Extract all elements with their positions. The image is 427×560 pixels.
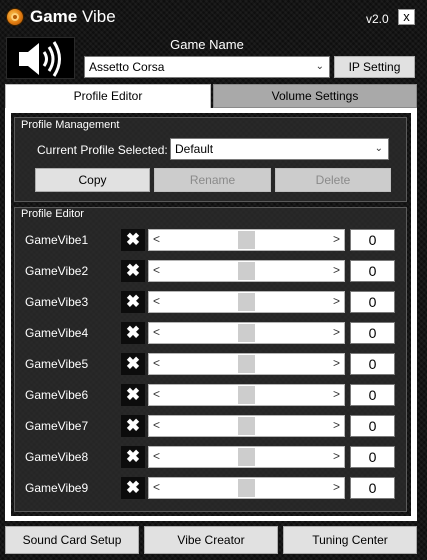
app-title: Game Vibe (30, 7, 116, 27)
chevron-right-icon[interactable]: > (333, 480, 340, 494)
mute-x-icon[interactable]: ✖ (121, 322, 145, 344)
gamevibe-label: GameVibe3 (25, 295, 89, 309)
gamevibe-label: GameVibe6 (25, 388, 89, 402)
mute-x-icon[interactable]: ✖ (121, 477, 145, 499)
current-profile-label: Current Profile Selected: (37, 143, 168, 157)
gamevibe-label: GameVibe1 (25, 233, 89, 247)
chevron-left-icon[interactable]: < (153, 387, 160, 401)
chevron-left-icon[interactable]: < (153, 294, 160, 308)
tab-profile-editor[interactable]: Profile Editor (5, 84, 211, 108)
mute-x-icon[interactable]: ✖ (121, 260, 145, 282)
game-select[interactable]: Assetto Corsa ⌄ (84, 56, 330, 78)
gamevibe-label: GameVibe4 (25, 326, 89, 340)
gamevibe-slider[interactable]: < > (148, 477, 345, 499)
app-logo-icon (6, 8, 24, 26)
gamevibe-label: GameVibe7 (25, 419, 89, 433)
speaker-volume-icon[interactable] (6, 37, 75, 79)
gamevibe-value[interactable]: 0 (350, 353, 395, 375)
mute-x-icon[interactable]: ✖ (121, 446, 145, 468)
profile-select[interactable]: Default ⌄ (170, 138, 389, 160)
tab-volume-settings[interactable]: Volume Settings (213, 84, 417, 108)
close-button[interactable]: x (398, 9, 415, 25)
game-select-value: Assetto Corsa (89, 60, 165, 74)
game-name-label: Game Name (170, 37, 244, 52)
slider-thumb[interactable] (238, 417, 255, 435)
gamevibe-slider[interactable]: < > (148, 384, 345, 406)
gamevibe-label: GameVibe9 (25, 481, 89, 495)
chevron-right-icon[interactable]: > (333, 294, 340, 308)
chevron-right-icon[interactable]: > (333, 356, 340, 370)
vibe-creator-button[interactable]: Vibe Creator (144, 526, 278, 554)
version-label: v2.0 (366, 12, 389, 26)
slider-thumb[interactable] (238, 262, 255, 280)
profile-management-title: Profile Management (21, 119, 120, 131)
gamevibe-value[interactable]: 0 (350, 477, 395, 499)
sound-card-setup-button[interactable]: Sound Card Setup (5, 526, 139, 554)
mute-x-icon[interactable]: ✖ (121, 291, 145, 313)
chevron-right-icon[interactable]: > (333, 418, 340, 432)
chevron-left-icon[interactable]: < (153, 418, 160, 432)
gamevibe-value[interactable]: 0 (350, 446, 395, 468)
profile-select-value: Default (175, 142, 214, 156)
chevron-left-icon[interactable]: < (153, 480, 160, 494)
gamevibe-value[interactable]: 0 (350, 384, 395, 406)
chevron-left-icon[interactable]: < (153, 356, 160, 370)
gamevibe-slider[interactable]: < > (148, 353, 345, 375)
app-title-rest: Vibe (77, 7, 116, 26)
gamevibe-slider[interactable]: < > (148, 415, 345, 437)
gamevibe-value[interactable]: 0 (350, 322, 395, 344)
gamevibe-slider[interactable]: < > (148, 229, 345, 251)
slider-thumb[interactable] (238, 355, 255, 373)
delete-button[interactable]: Delete (275, 168, 391, 192)
tuning-center-button[interactable]: Tuning Center (283, 526, 417, 554)
gamevibe-slider[interactable]: < > (148, 446, 345, 468)
slider-thumb[interactable] (238, 448, 255, 466)
gamevibe-label: GameVibe5 (25, 357, 89, 371)
chevron-right-icon[interactable]: > (333, 387, 340, 401)
copy-button[interactable]: Copy (35, 168, 150, 192)
gamevibe-label: GameVibe2 (25, 264, 89, 278)
gamevibe-slider[interactable]: < > (148, 260, 345, 282)
slider-thumb[interactable] (238, 231, 255, 249)
gamevibe-value[interactable]: 0 (350, 229, 395, 251)
ip-setting-button[interactable]: IP Setting (334, 56, 415, 78)
mute-x-icon[interactable]: ✖ (121, 229, 145, 251)
chevron-right-icon[interactable]: > (333, 232, 340, 246)
mute-x-icon[interactable]: ✖ (121, 384, 145, 406)
chevron-left-icon[interactable]: < (153, 325, 160, 339)
gamevibe-value[interactable]: 0 (350, 260, 395, 282)
chevron-left-icon[interactable]: < (153, 263, 160, 277)
slider-thumb[interactable] (238, 324, 255, 342)
slider-thumb[interactable] (238, 386, 255, 404)
gamevibe-label: GameVibe8 (25, 450, 89, 464)
gamevibe-value[interactable]: 0 (350, 291, 395, 313)
profile-editor-title: Profile Editor (21, 208, 84, 220)
chevron-right-icon[interactable]: > (333, 325, 340, 339)
mute-x-icon[interactable]: ✖ (121, 353, 145, 375)
slider-thumb[interactable] (238, 293, 255, 311)
chevron-down-icon: ⌄ (315, 61, 324, 72)
gamevibe-slider[interactable]: < > (148, 322, 345, 344)
chevron-left-icon[interactable]: < (153, 449, 160, 463)
mute-x-icon[interactable]: ✖ (121, 415, 145, 437)
rename-button[interactable]: Rename (154, 168, 271, 192)
chevron-right-icon[interactable]: > (333, 263, 340, 277)
gamevibe-slider[interactable]: < > (148, 291, 345, 313)
chevron-right-icon[interactable]: > (333, 449, 340, 463)
slider-thumb[interactable] (238, 479, 255, 497)
app-title-bold: Game (30, 7, 78, 26)
gamevibe-value[interactable]: 0 (350, 415, 395, 437)
chevron-left-icon[interactable]: < (153, 232, 160, 246)
chevron-down-icon: ⌄ (374, 143, 383, 154)
